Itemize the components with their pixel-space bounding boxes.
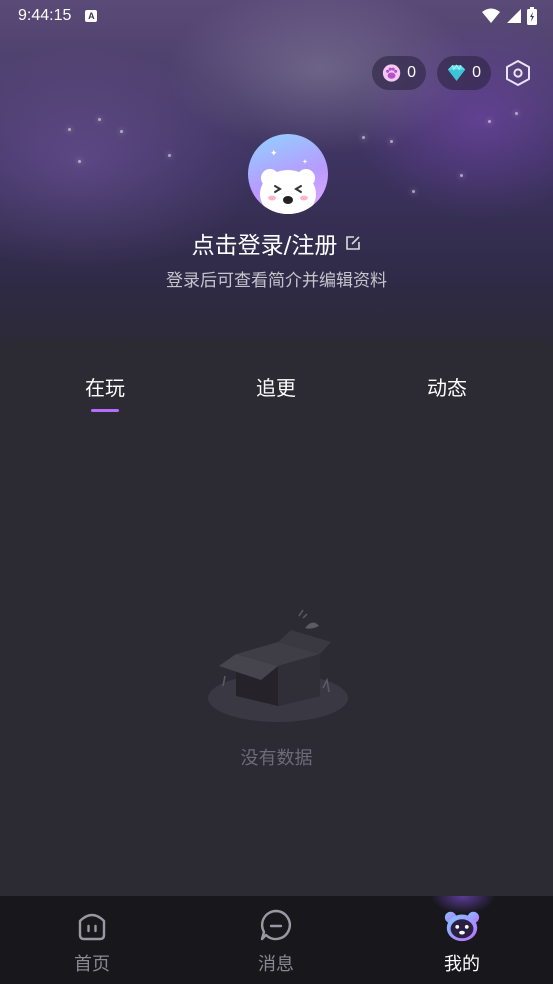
settings-button[interactable] [502,57,534,89]
nav-home-label: 首页 [74,954,110,975]
status-icons [482,7,537,25]
status-time: 9:44:15 [18,7,72,24]
login-register-link[interactable]: 点击登录/注册 [0,226,553,260]
nav-messages[interactable]: 消息 [216,896,336,984]
avatar[interactable]: ✦ ✦ [248,134,328,214]
active-tab-indicator [91,409,119,412]
bear-profile-icon [443,906,481,944]
nav-mine[interactable]: 我的 [402,896,522,984]
login-register-label: 点击登录/注册 [191,233,338,259]
edit-icon [346,236,361,250]
status-bar: 9:44:15 A [0,0,553,32]
diamond-chip[interactable]: 0 [437,56,491,90]
diamond-count: 0 [472,64,481,81]
tab-activity[interactable]: 动态 [387,372,507,401]
empty-state-text: 没有数据 [240,748,313,769]
paw-icon [382,64,401,82]
wifi-icon [482,8,500,23]
paw-count: 0 [407,64,416,81]
profile-tabs: 在玩 追更 动态 [0,372,553,416]
battery-icon [527,7,537,25]
nav-home[interactable]: 首页 [32,896,152,984]
signal-icon [507,9,521,23]
notification-icon: A [85,10,98,22]
nav-messages-label: 消息 [258,954,294,975]
settings-hex-icon [506,60,530,86]
tab-playing[interactable]: 在玩 [45,372,165,401]
bear-avatar-icon: ✦ ✦ [260,149,316,214]
svg-text:✦: ✦ [302,158,308,166]
nav-mine-label: 我的 [444,954,480,975]
message-icon [257,906,295,944]
paw-coin-chip[interactable]: 0 [372,56,426,90]
tab-following[interactable]: 追更 [216,372,336,401]
diamond-icon [447,64,466,81]
empty-box-illustration [208,609,348,722]
login-hint-text: 登录后可查看简介并编辑资料 [166,271,387,291]
svg-text:✦: ✦ [270,149,278,159]
home-icon [73,906,111,944]
